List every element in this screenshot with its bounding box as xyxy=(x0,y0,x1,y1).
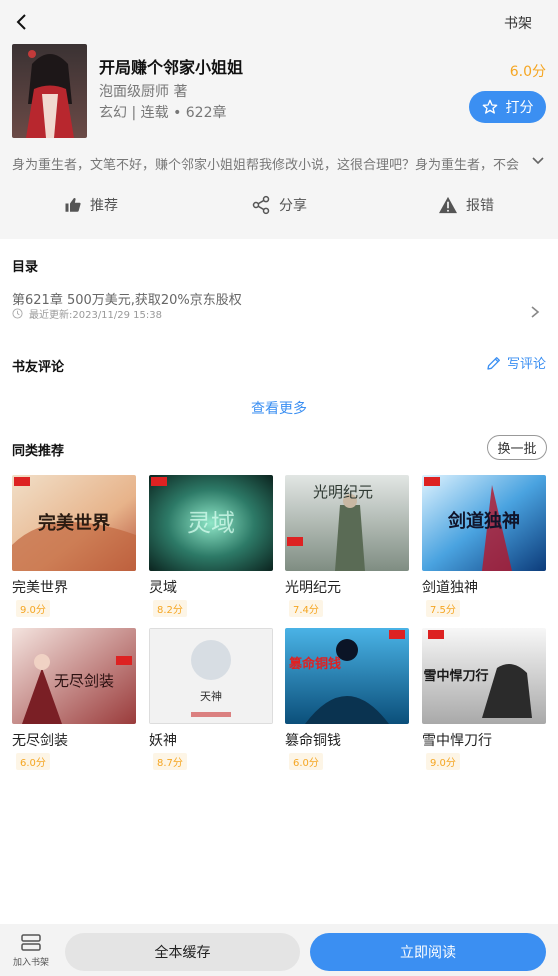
recommend-cover[interactable]: 光明纪元 xyxy=(285,475,409,571)
bookshelf-link[interactable]: 书架 xyxy=(504,13,532,33)
toc-updated-text: 最近更新:2023/11/29 15:38 xyxy=(29,310,163,321)
cover-title-text: 灵域 xyxy=(187,509,235,537)
recommend-book-name: 雪中悍刀行 xyxy=(422,733,492,749)
cover-title-text: 完美世界 xyxy=(38,512,110,534)
toc-updated-row: 最近更新:2023/11/29 15:38 xyxy=(12,306,162,321)
rate-button[interactable]: 打分 xyxy=(469,91,546,123)
recommend-title: 同类推荐 xyxy=(12,444,65,459)
recommend-book-2[interactable]: 灵域 灵域 8.2分 xyxy=(149,475,273,617)
book-author[interactable]: 泡面级厨师 著 xyxy=(99,81,187,101)
cover-title-text: 剑道独神 xyxy=(447,510,520,532)
thumb-up-icon xyxy=(65,198,81,212)
book-cover[interactable] xyxy=(12,44,87,138)
recommend-book-score: 7.4分 xyxy=(289,600,323,617)
recommend-book-6[interactable]: 天神 妖神 8.7分 xyxy=(149,628,273,770)
recommend-label: 推荐 xyxy=(90,198,118,214)
recommend-cover[interactable]: 篡命铜钱 xyxy=(285,628,409,724)
back-button[interactable] xyxy=(8,8,36,36)
share-icon xyxy=(252,195,270,215)
recommend-book-score: 9.0分 xyxy=(426,753,460,770)
cover-title-text: 光明纪元 xyxy=(313,483,373,501)
recommend-book-score: 7.5分 xyxy=(426,600,460,617)
recommend-book-name: 剑道独神 xyxy=(422,580,478,596)
recommend-cover[interactable]: 剑道独神 xyxy=(422,475,546,571)
reviews-title: 书友评论 xyxy=(12,360,65,375)
recommend-cover[interactable]: 天神 xyxy=(149,628,273,724)
recommend-book-4[interactable]: 剑道独神 剑道独神 7.5分 xyxy=(422,475,546,617)
bottom-bar: 加入书架 全本缓存 立即阅读 xyxy=(0,924,558,976)
cover-title-text: 无尽剑装 xyxy=(54,672,114,690)
recommend-action[interactable]: 推荐 xyxy=(64,190,118,220)
book-header: 开局赚个邻家小姐姐 泡面级厨师 著 玄幻 | 连载 • 622章 6.0分 打分… xyxy=(0,44,558,239)
cover-title-text: 篡命铜钱 xyxy=(289,656,341,672)
bookshelf-icon xyxy=(21,934,41,951)
cache-all-button[interactable]: 全本缓存 xyxy=(65,933,300,971)
recommend-book-name: 无尽剑装 xyxy=(12,733,68,749)
clock-icon xyxy=(12,308,23,319)
read-now-button[interactable]: 立即阅读 xyxy=(310,933,546,971)
refresh-batch-button[interactable]: 换一批 xyxy=(487,435,547,460)
share-label: 分享 xyxy=(279,198,307,214)
back-arrow-icon xyxy=(16,14,26,30)
recommend-book-1[interactable]: 完美世界 完美世界 9.0分 xyxy=(12,475,136,617)
chevron-right-icon[interactable] xyxy=(528,305,542,319)
add-to-shelf-label: 加入书架 xyxy=(12,958,49,968)
book-meta: 玄幻 | 连载 • 622章 xyxy=(99,105,227,121)
recommend-book-5[interactable]: 无尽剑装 无尽剑装 6.0分 xyxy=(12,628,136,770)
book-title: 开局赚个邻家小姐姐 xyxy=(99,58,244,77)
top-bar: 书架 xyxy=(0,0,558,44)
report-error-action[interactable]: 报错 xyxy=(438,190,494,220)
rate-button-label: 打分 xyxy=(505,100,534,116)
recommend-cover[interactable]: 无尽剑装 xyxy=(12,628,136,724)
write-review-button[interactable]: 写评论 xyxy=(486,353,546,372)
recommend-book-score: 8.2分 xyxy=(153,600,187,617)
pencil-icon xyxy=(487,356,500,370)
recommend-book-score: 6.0分 xyxy=(289,753,323,770)
recommend-book-score: 9.0分 xyxy=(16,600,50,617)
recommend-book-name: 篡命铜钱 xyxy=(285,733,341,749)
recommend-book-8[interactable]: 雪中悍刀行 雪中悍刀行 9.0分 xyxy=(422,628,546,770)
star-icon xyxy=(482,99,497,114)
book-intro[interactable]: 身为重生者，文笔不好，赚个邻家小姐姐帮我修改小说，这很合理吧？身为重生者，不会 xyxy=(12,154,520,173)
recommend-book-name: 妖神 xyxy=(149,733,177,749)
warning-icon xyxy=(439,196,457,214)
see-more-link[interactable]: 查看更多 xyxy=(0,398,558,418)
cover-title-text: 雪中悍刀行 xyxy=(423,668,488,684)
toc-title: 目录 xyxy=(12,260,39,275)
recommend-book-name: 光明纪元 xyxy=(285,580,341,596)
recommend-cover[interactable]: 完美世界 xyxy=(12,475,136,571)
recommend-book-name: 完美世界 xyxy=(12,580,68,596)
cover-title-text: 天神 xyxy=(200,689,222,703)
chevron-down-icon[interactable] xyxy=(531,154,545,168)
recommend-book-score: 8.7分 xyxy=(153,753,187,770)
book-score: 6.0分 xyxy=(509,64,546,80)
action-bar: 推荐 分享 报错 xyxy=(0,190,558,220)
recommend-book-name: 灵域 xyxy=(149,580,177,596)
recommend-cover[interactable]: 雪中悍刀行 xyxy=(422,628,546,724)
add-to-shelf-button[interactable]: 加入书架 xyxy=(10,934,52,968)
recommend-book-score: 6.0分 xyxy=(16,753,50,770)
write-review-label: 写评论 xyxy=(506,357,546,372)
share-action[interactable]: 分享 xyxy=(251,190,307,220)
recommend-book-3[interactable]: 光明纪元 光明纪元 7.4分 xyxy=(285,475,409,617)
report-error-label: 报错 xyxy=(466,198,494,214)
recommend-cover[interactable]: 灵域 xyxy=(149,475,273,571)
recommend-book-7[interactable]: 篡命铜钱 篡命铜钱 6.0分 xyxy=(285,628,409,770)
